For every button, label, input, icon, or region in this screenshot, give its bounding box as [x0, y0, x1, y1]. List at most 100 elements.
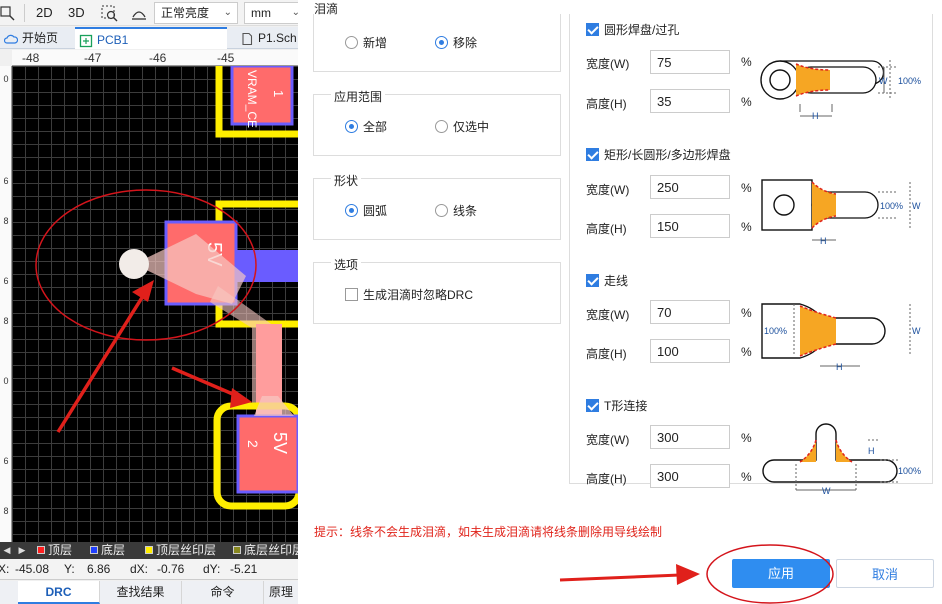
- rect-pad-checkbox[interactable]: 矩形/长圆形/多边形焊盘: [586, 148, 731, 162]
- diagram-percent-label: 100%: [898, 466, 921, 476]
- pcb-doc-icon: [79, 33, 93, 48]
- radio-dot: [435, 36, 448, 49]
- tab-label: PCB1: [97, 33, 129, 47]
- zoom-fit-icon[interactable]: [0, 4, 16, 22]
- tab-find-results[interactable]: 查找结果: [100, 581, 182, 604]
- width-label: 宽度(W): [586, 308, 630, 322]
- t-junction-checkbox[interactable]: T形连接: [586, 399, 647, 413]
- tab-command[interactable]: 命令: [182, 581, 264, 604]
- view-2d-button[interactable]: 2D: [36, 4, 53, 22]
- radio-label: 仅选中: [453, 120, 490, 134]
- layer-label: 底层: [101, 543, 126, 557]
- round-pad-checkbox[interactable]: 圆形焊盘/过孔: [586, 23, 679, 37]
- round-pad-height-input[interactable]: [650, 89, 730, 113]
- y-value: 6.86: [87, 562, 111, 576]
- radio-label: 全部: [363, 120, 388, 134]
- diagram-h-label: H: [812, 111, 819, 121]
- ruler-tick-label: -46: [149, 51, 167, 65]
- radio-line[interactable]: 线条: [435, 204, 477, 218]
- tab-start-page[interactable]: 开始页: [0, 27, 64, 49]
- percent-unit: %: [741, 95, 752, 109]
- dx-value: -0.76: [157, 562, 185, 576]
- checkbox-box: [586, 399, 599, 412]
- ignore-drc-checkbox[interactable]: 生成泪滴时忽略DRC: [345, 288, 473, 302]
- trace-width-input[interactable]: [650, 300, 730, 324]
- layer-bottom-silk[interactable]: 底层丝印层: [230, 542, 298, 559]
- brightness-select[interactable]: 正常亮度 ⌄: [154, 2, 238, 24]
- radio-arc[interactable]: 圆弧: [345, 204, 387, 218]
- chevron-down-icon: ⌄: [223, 7, 232, 18]
- layer-top[interactable]: 顶层: [34, 542, 72, 559]
- tab-schematic[interactable]: P1.Sch: [236, 27, 298, 49]
- radio-dot: [435, 204, 448, 217]
- t-junction-diagram: W H 100%: [762, 423, 921, 496]
- view-3d-button[interactable]: 3D: [68, 4, 85, 22]
- brightness-icon[interactable]: [130, 4, 148, 22]
- cancel-button[interactable]: 取消: [836, 559, 934, 588]
- tab-pcb1[interactable]: PCB1: [75, 27, 227, 49]
- dy-label: dY:: [203, 562, 221, 576]
- diagram-h-label: H: [836, 362, 843, 372]
- teardrop-dialog: 泪滴 新增 移除 应用范围 全部 仅选中 形状 圆弧 线条 选项 生成泪滴时忽略…: [298, 0, 942, 604]
- diagram-w-label: W: [822, 486, 831, 496]
- rect-pad-height-input[interactable]: [650, 214, 730, 238]
- radio-remove[interactable]: 移除: [435, 36, 477, 50]
- unit-select[interactable]: mm ⌄: [244, 2, 298, 24]
- radio-label: 新增: [363, 36, 388, 50]
- layer-swatch: [37, 546, 45, 554]
- layer-swatch: [233, 546, 241, 554]
- tab-label: P1.Sch: [258, 31, 297, 45]
- rect-pad-diagram: 100% W H: [761, 179, 921, 246]
- percent-unit: %: [741, 345, 752, 359]
- radio-add[interactable]: 新增: [345, 36, 387, 50]
- radio-dot: [345, 204, 358, 217]
- t-junction-width-input[interactable]: [650, 425, 730, 449]
- layer-label: 顶层: [48, 543, 73, 557]
- pcb-canvas[interactable]: VRAM_CE 1 5V 5V 2: [12, 66, 298, 542]
- scroll-left-icon[interactable]: ◀: [1, 543, 13, 558]
- t-junction-height-input[interactable]: [650, 464, 730, 488]
- round-pad-diagram: W H 100%: [760, 60, 921, 121]
- tab-drc[interactable]: DRC: [18, 581, 100, 604]
- checkbox-label: 走线: [604, 274, 629, 288]
- apply-button[interactable]: 应用: [732, 559, 830, 588]
- ruler-tick-label: 8: [3, 506, 9, 516]
- trace-height-input[interactable]: [650, 339, 730, 363]
- height-label: 高度(H): [586, 347, 627, 361]
- radio-all[interactable]: 全部: [345, 120, 387, 134]
- radio-selected-only[interactable]: 仅选中: [435, 120, 489, 134]
- tab-schematic-panel[interactable]: 原理: [264, 581, 298, 604]
- tab-label: 开始页: [22, 31, 59, 45]
- rect-pad-width-input[interactable]: [650, 175, 730, 199]
- radio-dot: [345, 120, 358, 133]
- width-label: 宽度(W): [586, 183, 630, 197]
- height-label: 高度(H): [586, 97, 627, 111]
- scroll-right-icon[interactable]: ▶: [16, 543, 28, 558]
- ruler-tick-label: 6: [3, 176, 9, 186]
- layer-bottom[interactable]: 底层: [87, 542, 125, 559]
- radio-dot: [345, 36, 358, 49]
- hint-text: 提示：线条不会生成泪滴，如未生成泪滴请将线条删除用导线绘制: [314, 525, 663, 539]
- diagram-w-label: W: [912, 201, 921, 211]
- percent-unit: %: [741, 306, 752, 320]
- group-title: 选项: [331, 256, 362, 273]
- ruler-tick-label: -48: [22, 51, 40, 65]
- layer-bar: ◀ ▶ 顶层 底层 顶层丝印层 底层丝印层: [0, 542, 298, 559]
- checkbox-label: 生成泪滴时忽略DRC: [363, 288, 473, 302]
- layer-label: 顶层丝印层: [156, 543, 217, 557]
- checkbox-box: [586, 148, 599, 161]
- schematic-doc-icon: [240, 31, 254, 46]
- trace-checkbox[interactable]: 走线: [586, 274, 628, 288]
- coordinate-bar: X: -45.08 Y: 6.86 dX: -0.76 dY: -5.21: [0, 559, 298, 580]
- layer-label: 底层丝印层: [244, 543, 298, 557]
- brightness-value: 正常亮度: [161, 6, 210, 20]
- zoom-area-icon[interactable]: [100, 4, 118, 22]
- x-value: -45.08: [15, 562, 50, 576]
- layer-swatch: [145, 546, 153, 554]
- ruler-tick-label: 6: [3, 456, 9, 466]
- round-pad-width-input[interactable]: [650, 50, 730, 74]
- width-label: 宽度(W): [586, 57, 630, 71]
- layer-top-silk[interactable]: 顶层丝印层: [142, 542, 216, 559]
- diagram-percent-label: 100%: [880, 201, 903, 211]
- bottom-panel-tabs: DRC 查找结果 命令 原理: [0, 581, 298, 604]
